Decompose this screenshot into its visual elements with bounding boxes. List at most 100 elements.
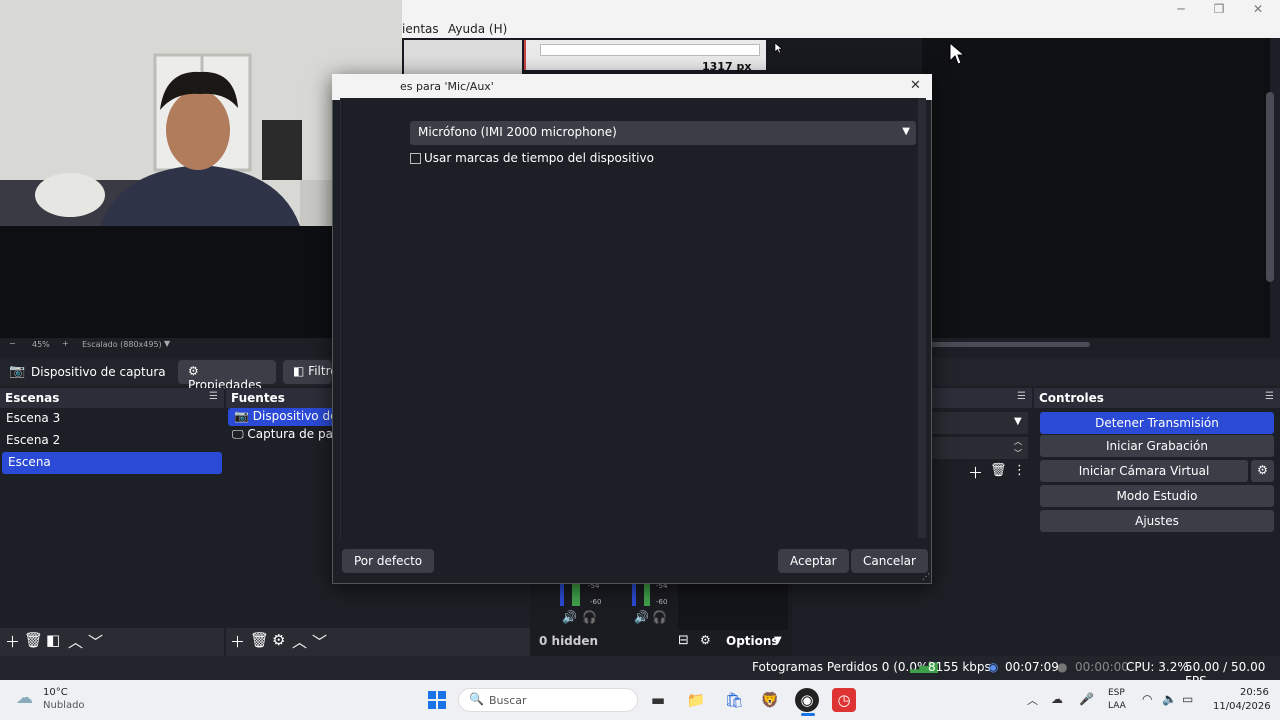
move-up-icon[interactable]: ︿ [68, 631, 83, 652]
scenes-dock: Escenas ☰ Escena 3 Escena 2 Escena ＋ 🗑 ◧… [0, 388, 224, 656]
store-icon[interactable]: 🛍 [722, 688, 746, 712]
speaker-icon[interactable]: 🔊 [562, 610, 577, 624]
db-label: -60 [590, 598, 602, 606]
close-icon[interactable]: ✕ [1243, 2, 1273, 16]
start-virtualcam-button[interactable]: Iniciar Cámara Virtual [1040, 460, 1248, 482]
preview-thumb-webcam [404, 40, 522, 74]
menu-help[interactable]: Ayuda (H) [448, 22, 507, 36]
language-layout[interactable]: LAA [1108, 701, 1126, 711]
more-options-icon[interactable]: ⋮ [1013, 463, 1026, 478]
onedrive-icon[interactable]: ☁ [1051, 692, 1063, 706]
spin-up-icon[interactable]: ︿ [1014, 436, 1022, 447]
settings-button[interactable]: Ajustes [1040, 510, 1274, 532]
device-select-display[interactable]: Micrófono (IMI 2000 microphone) ▼ [410, 121, 916, 145]
volume-icon[interactable]: 🔈 [1162, 692, 1177, 706]
clock-date[interactable]: 11/04/2026 [1213, 701, 1271, 712]
chevron-down-icon[interactable]: ▼ [774, 635, 782, 646]
resize-grip-icon[interactable]: ⋰ [922, 572, 930, 581]
accept-button[interactable]: Aceptar [778, 549, 849, 573]
zoom-in-button[interactable]: + [62, 339, 69, 348]
task-view-icon[interactable]: ▬ [646, 688, 670, 712]
preview-thumb-window [540, 44, 760, 56]
camera-icon: 📷 [234, 409, 249, 423]
move-down-icon[interactable]: ﹀ [312, 631, 327, 652]
speaker-icon[interactable]: 🔊 [634, 610, 649, 624]
menu-tools[interactable]: ientas [402, 22, 439, 36]
folder-icon[interactable]: 📁 [684, 688, 708, 712]
gear-icon[interactable]: ⚙ [272, 631, 285, 649]
add-source-icon[interactable]: ＋ [230, 631, 245, 652]
zoom-out-button[interactable]: − [9, 339, 16, 348]
source-label: Captura de pant [247, 427, 346, 441]
search-placeholder: Buscar [489, 694, 527, 707]
scenes-footer: ＋ 🗑 ◧ ︿ ﹀ [0, 628, 224, 656]
scene-item[interactable]: Escena 3 [0, 408, 224, 430]
headphones-icon[interactable]: 🎧 [652, 610, 667, 624]
preview-horizontal-scrollbar[interactable] [930, 342, 1090, 347]
dialog-title-bar: es para 'Mic/Aux' ✕ [332, 74, 932, 100]
gear-icon[interactable]: ⚙ [1251, 460, 1274, 482]
properties-button[interactable]: ⚙ Propiedades [178, 360, 276, 392]
app-icon[interactable]: ◷ [832, 688, 856, 712]
scene-item[interactable]: Escena 2 [0, 430, 224, 452]
spin-down-icon[interactable]: ﹀ [1014, 448, 1022, 459]
dock-menu-icon[interactable]: ☰ [1265, 391, 1274, 402]
trash-icon[interactable]: 🗑 [24, 631, 43, 649]
preview-vertical-scrollbar[interactable] [1266, 92, 1274, 282]
filters-label: Filtro [308, 364, 332, 378]
add-scene-icon[interactable]: ＋ [5, 631, 20, 652]
scale-label: Escalado (880x495) [82, 340, 162, 349]
dialog-scrollbar[interactable] [918, 98, 926, 538]
chevron-up-icon[interactable]: ︿ [1027, 692, 1038, 708]
wifi-icon[interactable]: ◠ [1142, 692, 1152, 706]
studio-mode-button[interactable]: Modo Estudio [1040, 485, 1274, 507]
timestamps-label-text: Usar marcas de tiempo del dispositivo [424, 151, 654, 165]
mixer-layout-icon[interactable]: ⊟ [678, 633, 689, 648]
search-box[interactable]: 🔍 Buscar [458, 688, 638, 712]
menu-bar: ientas Ayuda (H) [402, 20, 1280, 38]
trash-icon[interactable]: 🗑 [250, 631, 269, 649]
mouse-cursor-icon [949, 42, 966, 65]
restore-icon[interactable]: ❐ [1204, 2, 1234, 16]
close-icon[interactable]: ✕ [910, 78, 921, 93]
battery-icon[interactable]: ▭ [1182, 692, 1193, 706]
move-up-icon[interactable]: ︿ [292, 631, 307, 652]
brave-browser-icon[interactable]: 🦁 [758, 688, 782, 712]
bitrate: 8155 kbps [928, 660, 991, 674]
filters-button[interactable]: ◧ Filtro [283, 360, 332, 384]
start-recording-button[interactable]: Iniciar Grabación [1040, 435, 1274, 457]
chevron-down-icon[interactable]: ▼ [164, 339, 170, 348]
microphone-icon[interactable]: 🎤 [1079, 692, 1094, 706]
volume-meter [560, 584, 564, 606]
dock-menu-icon[interactable]: ☰ [209, 391, 218, 402]
filter-icon[interactable]: ◧ [46, 631, 60, 649]
cpu-usage: CPU: 3.2% [1126, 660, 1189, 674]
dock-menu-icon[interactable]: ☰ [1017, 391, 1026, 402]
cancel-button[interactable]: Cancelar [851, 549, 928, 573]
cloud-icon: ☁ [16, 688, 33, 708]
defaults-button[interactable]: Por defecto [342, 549, 435, 573]
obs-icon[interactable]: ◉ [795, 688, 819, 712]
chevron-down-icon[interactable]: ▼ [1014, 416, 1022, 427]
hidden-count[interactable]: 0 hidden [539, 634, 598, 648]
language-code[interactable]: ESP [1108, 688, 1125, 698]
volume-meter [644, 582, 650, 606]
clock-time[interactable]: 20:56 [1240, 687, 1269, 698]
move-down-icon[interactable]: ﹀ [88, 631, 103, 652]
scenes-title: Escenas [5, 391, 60, 405]
windows-start-icon[interactable] [428, 691, 446, 709]
headphones-icon[interactable]: 🎧 [582, 610, 597, 624]
stop-stream-button[interactable]: Detener Transmisión [1040, 412, 1274, 434]
small-cursor-icon [774, 42, 783, 54]
add-transition-icon[interactable]: ＋ [968, 462, 983, 483]
record-icon: ● [1057, 660, 1068, 674]
timestamps-checkbox-box[interactable] [410, 153, 421, 164]
sources-title: Fuentes [231, 391, 285, 405]
minimize-icon[interactable]: ─ [1166, 2, 1196, 16]
zoom-bar: − 45% + Escalado (880x495) ▼ [0, 338, 332, 352]
options-label[interactable]: Options [726, 634, 779, 648]
trash-icon[interactable]: 🗑 [990, 463, 1007, 478]
volume-meter [632, 584, 636, 606]
scene-item-selected[interactable]: Escena [2, 452, 222, 474]
gear-icon[interactable]: ⚙ [700, 633, 711, 647]
